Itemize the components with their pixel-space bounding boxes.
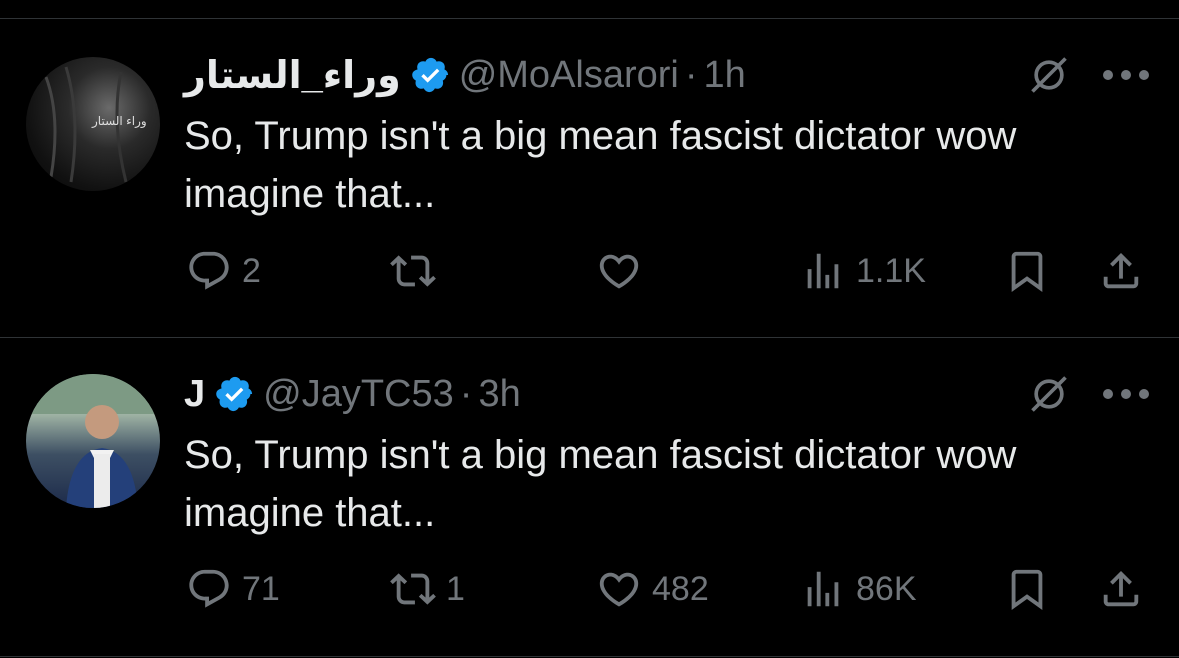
bookmark-button[interactable] xyxy=(1004,248,1050,294)
verified-badge-icon xyxy=(216,376,253,412)
timestamp[interactable]: 1h xyxy=(704,54,746,97)
reply-icon xyxy=(189,569,229,608)
like-button[interactable] xyxy=(596,248,652,294)
repost-button[interactable] xyxy=(390,248,446,294)
person-photo xyxy=(26,374,160,508)
bookmark-icon xyxy=(1011,251,1043,292)
share-icon xyxy=(1103,570,1139,607)
grok-icon[interactable] xyxy=(1027,372,1071,416)
separator-dot: · xyxy=(459,372,473,415)
reply-button[interactable]: 2 xyxy=(186,248,261,294)
repost-count: 1 xyxy=(446,569,465,608)
avatar[interactable] xyxy=(26,374,160,508)
more-icon[interactable] xyxy=(1103,68,1149,82)
repost-icon xyxy=(390,573,436,605)
handle[interactable]: @MoAlsarori xyxy=(459,54,679,97)
views-icon xyxy=(807,571,839,607)
share-icon xyxy=(1103,252,1139,289)
tweet-1[interactable]: وراء الستار وراء_الستار @MoAlsarori · 1h… xyxy=(0,19,1179,337)
reply-count: 2 xyxy=(242,251,261,290)
like-button[interactable]: 482 xyxy=(596,566,709,612)
repost-icon xyxy=(390,255,436,287)
reply-count: 71 xyxy=(242,569,280,608)
avatar-logo-text: وراء الستار xyxy=(92,114,147,128)
tweet-text: So, Trump isn't a big mean fascist dicta… xyxy=(184,114,1017,216)
handle[interactable]: @JayTC53 xyxy=(263,373,454,416)
like-icon xyxy=(599,572,639,607)
views-button[interactable]: 1.1K xyxy=(800,248,926,294)
grok-icon[interactable] xyxy=(1027,53,1071,97)
repost-button[interactable]: 1 xyxy=(390,566,465,612)
reply-icon xyxy=(189,251,229,290)
tweet-header: J @JayTC53 · 3h xyxy=(184,364,521,424)
timestamp[interactable]: 3h xyxy=(478,373,520,416)
display-name[interactable]: وراء_الستار xyxy=(184,53,401,98)
verified-badge-icon xyxy=(411,57,448,93)
separator-dot: · xyxy=(684,53,698,96)
reply-button[interactable]: 71 xyxy=(186,566,280,612)
share-button[interactable] xyxy=(1098,566,1144,612)
tweet-header: وراء_الستار @MoAlsarori · 1h xyxy=(184,45,746,105)
more-icon[interactable] xyxy=(1103,387,1149,401)
tweet-text: So, Trump isn't a big mean fascist dicta… xyxy=(184,433,1017,535)
views-icon xyxy=(807,253,839,289)
tweet-2[interactable]: J @JayTC53 · 3h So, Trump isn't a big me… xyxy=(0,338,1179,656)
display-name[interactable]: J xyxy=(184,373,205,416)
views-count: 86K xyxy=(856,569,917,608)
avatar[interactable]: وراء الستار xyxy=(26,57,160,191)
like-count: 482 xyxy=(652,569,709,608)
views-button[interactable]: 86K xyxy=(800,566,917,612)
bookmark-icon xyxy=(1011,569,1043,610)
bookmark-button[interactable] xyxy=(1004,566,1050,612)
bottom-divider xyxy=(0,656,1179,657)
views-count: 1.1K xyxy=(856,251,926,290)
share-button[interactable] xyxy=(1098,248,1144,294)
like-icon xyxy=(599,254,639,289)
